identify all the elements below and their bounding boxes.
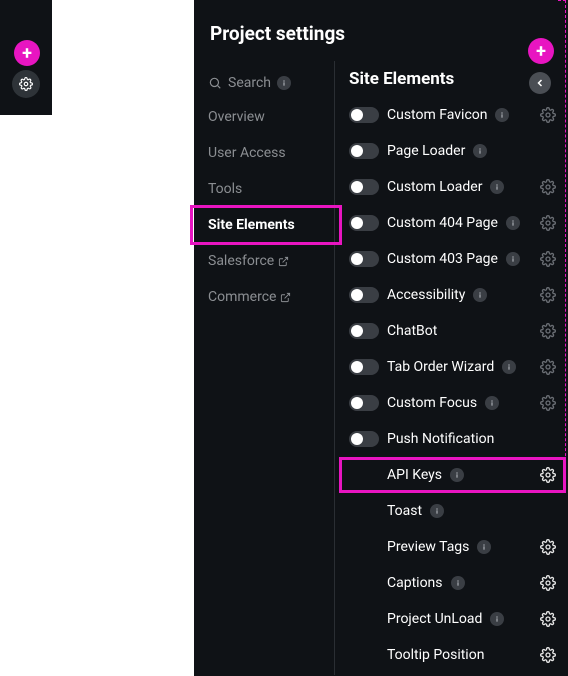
element-label: Project UnLoad — [387, 611, 482, 627]
info-icon[interactable] — [485, 396, 499, 410]
element-label: Custom Loader — [387, 179, 482, 195]
gear-icon[interactable] — [540, 575, 556, 591]
info-icon[interactable] — [473, 288, 487, 302]
element-row-custom-403: Custom 403 Page — [335, 241, 568, 277]
info-icon[interactable] — [451, 576, 465, 590]
nav-item-overview[interactable]: Overview — [194, 99, 334, 135]
external-link-icon — [280, 292, 291, 303]
gear-button[interactable] — [12, 70, 40, 98]
element-row-tab-order-wizard: Tab Order Wizard — [335, 349, 568, 385]
info-icon[interactable] — [506, 216, 520, 230]
toggle-accessibility[interactable] — [349, 287, 379, 303]
toggle-custom-focus[interactable] — [349, 395, 379, 411]
toggle-page-loader[interactable] — [349, 143, 379, 159]
nav-item-user-access[interactable]: User Access — [194, 135, 334, 171]
toggle-custom-403[interactable] — [349, 251, 379, 267]
toggle-push-notification[interactable] — [349, 431, 379, 447]
back-button[interactable] — [529, 72, 551, 94]
gear-icon[interactable] — [540, 107, 556, 123]
info-icon[interactable] — [490, 180, 504, 194]
nav-label: Site Elements — [208, 217, 295, 233]
info-icon — [277, 76, 291, 90]
info-icon[interactable] — [506, 252, 520, 266]
gear-icon[interactable] — [540, 179, 556, 195]
nav-label: Tools — [208, 181, 242, 197]
panel-body: Search Overview User Access Tools Site E… — [194, 61, 568, 675]
toggle-tab-order-wizard[interactable] — [349, 359, 379, 375]
element-label: Captions — [387, 575, 443, 591]
element-label: Push Notification — [387, 431, 494, 447]
element-label: Tooltip Position — [387, 647, 484, 663]
toggle-custom-favicon[interactable] — [349, 107, 379, 123]
element-label: Custom 403 Page — [387, 251, 498, 267]
info-icon[interactable] — [490, 612, 504, 626]
toggle-chatbot[interactable] — [349, 323, 379, 339]
element-row-custom-focus: Custom Focus — [335, 385, 568, 421]
toggle-custom-loader[interactable] — [349, 179, 379, 195]
panel-title: Project settings — [194, 0, 568, 61]
gear-icon[interactable] — [540, 395, 556, 411]
annotation-plus-right: + — [528, 38, 554, 64]
nav-item-commerce[interactable]: Commerce — [194, 279, 334, 315]
gear-icon[interactable] — [540, 539, 556, 555]
gear-icon[interactable] — [540, 251, 556, 267]
element-row-api-keys[interactable]: API Keys — [335, 457, 568, 493]
gear-icon[interactable] — [540, 611, 556, 627]
element-row-accessibility: Accessibility — [335, 277, 568, 313]
info-icon[interactable] — [473, 144, 487, 158]
gear-icon[interactable] — [540, 467, 556, 483]
element-row-captions: Captions — [335, 565, 568, 601]
nav-item-site-elements[interactable]: Site Elements — [194, 207, 334, 243]
info-icon[interactable] — [502, 360, 516, 374]
element-row-project-unload: Project UnLoad — [335, 601, 568, 637]
gear-icon[interactable] — [540, 215, 556, 231]
search-row[interactable]: Search — [194, 67, 334, 99]
nav-label: Salesforce — [208, 253, 274, 269]
nav-label: Commerce — [208, 289, 276, 305]
element-label: API Keys — [387, 467, 442, 483]
element-label: Accessibility — [387, 287, 465, 303]
gear-icon[interactable] — [540, 287, 556, 303]
element-label: Preview Tags — [387, 539, 469, 555]
element-row-page-loader: Page Loader — [335, 133, 568, 169]
element-label: Toast — [387, 503, 422, 519]
element-row-custom-favicon: Custom Favicon — [335, 97, 568, 133]
info-icon[interactable] — [495, 108, 509, 122]
gear-icon[interactable] — [540, 359, 556, 375]
element-row-custom-loader: Custom Loader — [335, 169, 568, 205]
project-settings-panel: Project settings Search Overview User Ac… — [194, 0, 568, 676]
element-row-custom-404: Custom 404 Page — [335, 205, 568, 241]
nav-item-tools[interactable]: Tools — [194, 171, 334, 207]
search-icon — [208, 76, 222, 90]
info-icon[interactable] — [477, 540, 491, 554]
nav-label: Overview — [208, 109, 265, 125]
info-icon[interactable] — [430, 504, 444, 518]
nav-item-salesforce[interactable]: Salesforce — [194, 243, 334, 279]
element-row-toast: Toast — [335, 493, 568, 529]
settings-nav: Search Overview User Access Tools Site E… — [194, 61, 334, 675]
toggle-custom-404[interactable] — [349, 215, 379, 231]
gear-icon[interactable] — [540, 647, 556, 663]
nav-label: User Access — [208, 145, 286, 161]
element-label: Custom Favicon — [387, 107, 487, 123]
element-row-preview-tags: Preview Tags — [335, 529, 568, 565]
element-row-chatbot: ChatBot — [335, 313, 568, 349]
gear-icon[interactable] — [540, 323, 556, 339]
element-row-push-notification: Push Notification — [335, 421, 568, 457]
element-row-tooltip-position: Tooltip Position — [335, 637, 568, 673]
element-label: Tab Order Wizard — [387, 359, 494, 375]
element-label: ChatBot — [387, 323, 437, 339]
info-icon[interactable] — [450, 468, 464, 482]
site-elements-content: Site Elements Custom Favicon Page Loader… — [334, 61, 568, 675]
element-label: Custom 404 Page — [387, 215, 498, 231]
annotation-plus-left: + — [14, 40, 40, 66]
search-placeholder: Search — [228, 75, 271, 91]
element-label: Custom Focus — [387, 395, 477, 411]
element-label: Page Loader — [387, 143, 465, 159]
external-link-icon — [278, 256, 289, 267]
